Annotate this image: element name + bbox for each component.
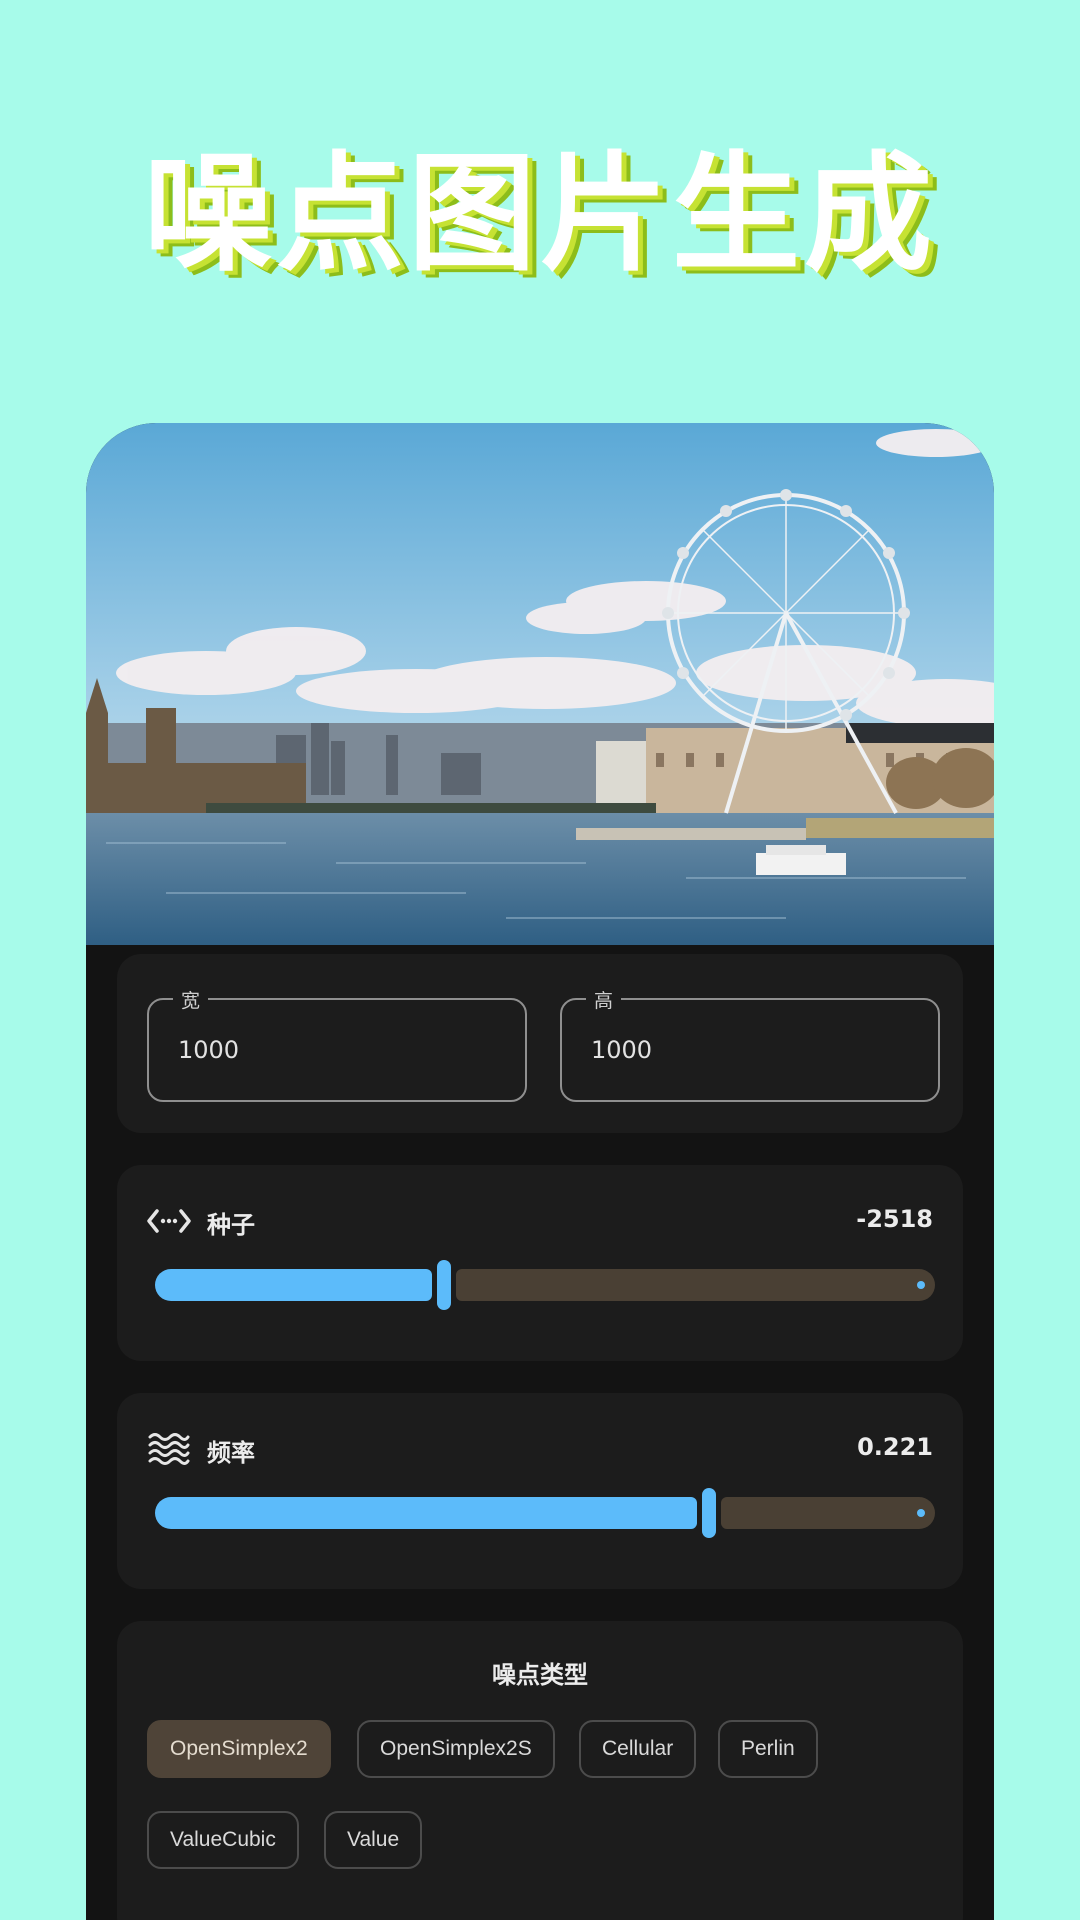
page-title: 噪点图片生成 [143, 140, 936, 289]
chip-value[interactable]: Value [324, 1811, 423, 1869]
chip-perlin[interactable]: Perlin [718, 1720, 818, 1778]
frequency-label: 频率 [207, 1439, 255, 1467]
chip-opensimplex2[interactable]: OpenSimplex2 [147, 1720, 331, 1778]
code-icon [147, 1209, 191, 1233]
seed-card: 种子 -2518 [117, 1165, 963, 1361]
height-field-label: 高 [586, 986, 622, 1013]
seed-slider-inactive-track [456, 1269, 935, 1301]
frequency-slider-thumb[interactable] [702, 1488, 716, 1538]
noise-type-card: 噪点类型 OpenSimplex2 OpenSimplex2S Cellular… [117, 1621, 963, 1920]
frequency-card: 频率 0.221 [117, 1393, 963, 1589]
width-input[interactable]: 1000 [178, 1036, 239, 1064]
chip-valuecubic[interactable]: ValueCubic [147, 1811, 299, 1869]
noise-type-title: 噪点类型 [492, 1661, 588, 1689]
preview-image [86, 423, 994, 945]
width-field[interactable]: 宽 1000 [147, 986, 527, 1102]
frequency-slider-inactive-track [721, 1497, 935, 1529]
height-input[interactable]: 1000 [591, 1036, 652, 1064]
frequency-value: 0.221 [857, 1433, 933, 1461]
frequency-slider-end-dot [917, 1509, 925, 1517]
height-field[interactable]: 高 1000 [560, 986, 940, 1102]
frequency-slider[interactable] [155, 1488, 935, 1538]
seed-slider-active-track [155, 1269, 432, 1301]
seed-slider[interactable] [155, 1260, 935, 1310]
app-panel: 宽 1000 高 1000 种子 -2518 频率 0.221 噪点类型 Ope… [86, 423, 994, 1920]
seed-slider-end-dot [917, 1281, 925, 1289]
width-field-label: 宽 [173, 986, 209, 1013]
seed-value: -2518 [856, 1205, 933, 1233]
frequency-slider-active-track [155, 1497, 697, 1529]
seed-label: 种子 [207, 1211, 255, 1239]
chip-opensimplex2s[interactable]: OpenSimplex2S [357, 1720, 555, 1778]
seed-slider-thumb[interactable] [437, 1260, 451, 1310]
chip-cellular[interactable]: Cellular [579, 1720, 697, 1778]
size-card: 宽 1000 高 1000 [117, 954, 963, 1133]
waves-icon [148, 1433, 190, 1465]
